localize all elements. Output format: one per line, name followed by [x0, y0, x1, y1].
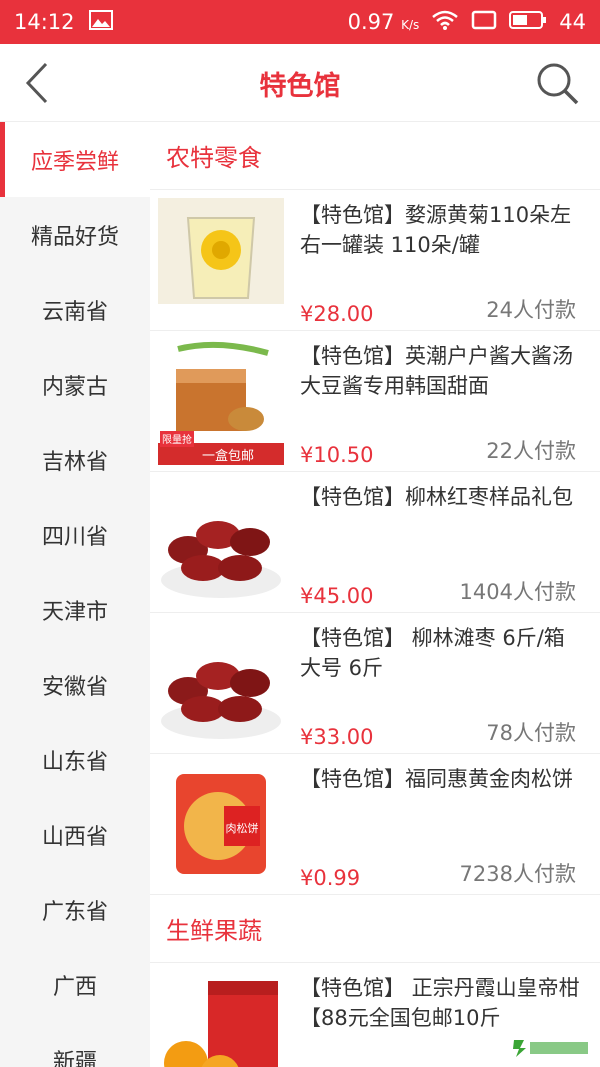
sidebar-item-label: 山西省: [41, 824, 108, 850]
product-price: ¥45.00: [300, 584, 374, 608]
sidebar-item-label: 云南省: [41, 299, 108, 325]
product-name: 【特色馆】婺源黄菊110朵左右一罐装 110朵/罐: [300, 203, 572, 257]
sidebar-item-xinjiang[interactable]: 新疆: [0, 1022, 150, 1067]
sidebar-item-yunnan[interactable]: 云南省: [0, 272, 150, 347]
red-dates-icon: [158, 621, 284, 747]
site-watermark-logo: [508, 1035, 594, 1061]
sidebar-item-label: 四川省: [41, 524, 108, 550]
screen-icon: [471, 9, 497, 36]
sidebar-item-tianjin[interactable]: 天津市: [0, 572, 150, 647]
sidebar-item-label: 天津市: [41, 599, 108, 625]
product-sold-count: 7238人付款: [459, 862, 576, 886]
sidebar-item-label: 精品好货: [30, 224, 119, 250]
sidebar-item-guangxi[interactable]: 广西: [0, 947, 150, 1022]
chrysanthemum-tea-icon: [158, 198, 284, 324]
category-sidebar: 应季尝鲜 精品好货 云南省 内蒙古 吉林省 四川省 天津市 安徽省 山东省 山西…: [0, 122, 150, 1067]
section-title: 生鲜果蔬: [150, 895, 600, 963]
product-sold-count: 1404人付款: [459, 580, 576, 604]
sidebar-item-label: 应季尝鲜: [30, 149, 119, 175]
header-bar: 特色馆: [0, 44, 600, 122]
product-sold-count: 24人付款: [486, 298, 576, 322]
pastry-icon: 肉松饼: [158, 762, 284, 888]
sidebar-item-label: 安徽省: [41, 674, 108, 700]
image-icon: [88, 9, 113, 35]
section-title: 农特零食: [150, 122, 600, 190]
product-sold-count: 78人付款: [486, 721, 576, 745]
product-name: 【特色馆】 柳林滩枣 6斤/箱 大号 6斤: [300, 626, 565, 680]
product-item[interactable]: 一盒包邮 限量抢 【特色馆】英潮户户酱大酱汤大豆酱专用韩国甜面 ¥10.50 2…: [150, 331, 600, 472]
product-price: ¥0.99: [300, 866, 361, 890]
sidebar-item-shanxi[interactable]: 山西省: [0, 797, 150, 872]
wifi-icon: [431, 9, 459, 36]
product-price: ¥28.00: [300, 302, 374, 326]
product-item[interactable]: 【特色馆】柳林红枣样品礼包 ¥45.00 1404人付款: [150, 472, 600, 613]
status-bar: 14:12 0.97 K/s 44: [0, 0, 600, 44]
red-dates-icon: [158, 480, 284, 606]
page-title: 特色馆: [259, 71, 341, 102]
product-price: ¥10.50: [300, 443, 374, 467]
paste-badge-text: 限量抢: [162, 433, 192, 446]
sidebar-item-sichuan[interactable]: 四川省: [0, 497, 150, 572]
sidebar-item-seasonal[interactable]: 应季尝鲜: [0, 122, 150, 197]
product-list: 农特零食 【特色馆】婺源黄菊110朵左右一罐装 110朵/罐 ¥28.00 24…: [150, 122, 600, 1067]
sidebar-item-label: 广西: [52, 974, 97, 1000]
product-item[interactable]: 【特色馆】 柳林滩枣 6斤/箱 大号 6斤 ¥33.00 78人付款: [150, 613, 600, 754]
product-item[interactable]: 肉松饼 【特色馆】福同惠黄金肉松饼 ¥0.99 7238人付款: [150, 754, 600, 895]
sidebar-item-premium[interactable]: 精品好货: [0, 197, 150, 272]
sidebar-item-inner-mongolia[interactable]: 内蒙古: [0, 347, 150, 422]
pastry-label-text: 肉松饼: [226, 821, 259, 835]
battery-level: 44: [559, 10, 586, 34]
sidebar-item-label: 山东省: [41, 749, 108, 775]
status-time: 14:12: [14, 10, 75, 34]
paste-banner-text: 一盒包邮: [202, 448, 254, 464]
soybean-paste-icon: 一盒包邮 限量抢: [158, 339, 284, 465]
product-name: 【特色馆】英潮户户酱大酱汤大豆酱专用韩国甜面: [300, 344, 573, 398]
search-button[interactable]: [534, 60, 580, 106]
sidebar-item-label: 新疆: [52, 1049, 97, 1067]
product-price: ¥33.00: [300, 725, 374, 749]
sidebar-item-label: 广东省: [41, 899, 108, 925]
sidebar-item-anhui[interactable]: 安徽省: [0, 647, 150, 722]
product-sold-count: 22人付款: [486, 439, 576, 463]
sidebar-item-label: 吉林省: [41, 449, 108, 475]
sidebar-item-guangdong[interactable]: 广东省: [0, 872, 150, 947]
sidebar-item-jilin[interactable]: 吉林省: [0, 422, 150, 497]
product-name: 【特色馆】福同惠黄金肉松饼: [300, 767, 573, 791]
battery-icon: [509, 9, 547, 36]
search-icon: [537, 63, 579, 105]
sidebar-item-shandong[interactable]: 山东省: [0, 722, 150, 797]
product-item[interactable]: 【特色馆】婺源黄菊110朵左右一罐装 110朵/罐 ¥28.00 24人付款: [150, 190, 600, 331]
network-speed: 0.97 K/s: [347, 10, 420, 34]
orange-box-icon: [158, 971, 284, 1067]
product-name: 【特色馆】柳林红枣样品礼包: [300, 485, 573, 509]
product-name: 【特色馆】 正宗丹霞山皇帝柑【88元全国包邮10斤: [300, 976, 580, 1030]
sidebar-item-label: 内蒙古: [41, 374, 108, 400]
